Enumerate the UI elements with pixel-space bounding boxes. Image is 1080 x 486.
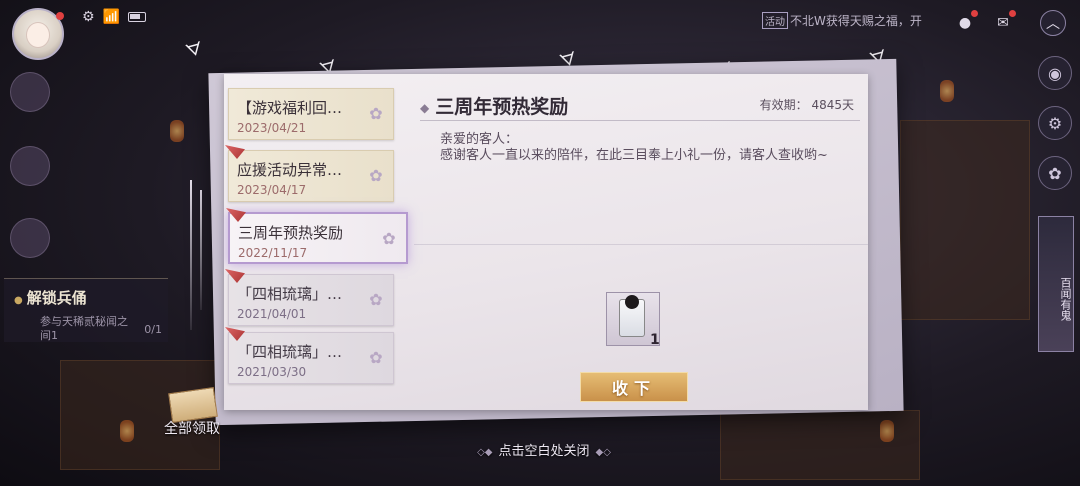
mail-detail-title-text: 三周年预热奖励 — [435, 96, 569, 118]
status-bar: ⚙ 📶 — [82, 9, 146, 25]
event-banner[interactable]: 百闻有鬼 — [1038, 216, 1074, 352]
mail-date: 2023/04/17 — [237, 183, 307, 197]
mail-list-item[interactable]: 「四相琉璃」… 2021/04/01 ✿ — [225, 269, 394, 326]
player-avatar[interactable] — [12, 8, 64, 60]
divider — [420, 120, 860, 121]
mail-body: 亲爱的客人： 感谢客人一直以来的陪伴，在此三目奉上小礼一份，请客人查收哟~ — [440, 132, 850, 164]
lantern-icon — [940, 80, 954, 102]
lantern-icon — [880, 420, 894, 442]
collect-all-label: 全部领取 — [164, 421, 220, 437]
quest-progress: 0/1 — [144, 323, 162, 336]
notification-dot — [971, 10, 978, 17]
collect-all-button[interactable]: 全部领取 — [160, 386, 232, 442]
mail-list-item[interactable]: 「四相琉璃」… 2021/03/30 ✿ — [225, 327, 394, 384]
ticker-text: 不北W获得天赐之福，开 — [790, 14, 922, 28]
chat-icon: ● — [958, 15, 972, 31]
quest-tracker[interactable]: 解锁兵俑 参与天稀贰秘闻之间1 0/1 — [4, 278, 168, 342]
gear-icon: ⚙ — [1047, 113, 1063, 133]
tassel-decoration — [200, 190, 202, 310]
bird-decoration-icon: ᗊ — [183, 38, 206, 63]
flower-button[interactable]: ✿ — [1038, 156, 1072, 190]
mail-title: 三周年预热奖励 — [238, 224, 344, 242]
mail-list-item[interactable]: 【游戏福利回… 2023/04/21 ✿ — [228, 88, 394, 140]
validity-period: 有效期： 4845天 — [759, 98, 854, 112]
mail-message: 感谢客人一直以来的陪伴，在此三目奉上小礼一份，请客人查收哟~ — [440, 148, 828, 163]
avatar-face — [26, 22, 50, 48]
diamond-icon: ◆ — [420, 100, 430, 115]
reward-count: 1 — [650, 332, 660, 348]
flower-seal-icon: ✿ — [369, 348, 383, 367]
mail-date: 2021/04/01 — [237, 307, 307, 321]
sidebar-event-icon[interactable] — [10, 72, 50, 112]
mail-button[interactable]: ✉ — [990, 10, 1016, 36]
mail-icon: ✉ — [997, 15, 1009, 31]
mail-title: 「四相琉璃」… — [237, 285, 343, 303]
mail-date: 2022/11/17 — [238, 246, 308, 260]
close-hint[interactable]: ◇◆ 点击空白处关闭 ◆◇ — [454, 440, 634, 459]
diamond-icon: ◆◇ — [595, 447, 611, 458]
collapse-button[interactable]: ︿ — [1040, 10, 1066, 36]
mail-title: 【游戏福利回… — [237, 99, 343, 117]
notification-dot — [1009, 10, 1016, 17]
sidebar-event-icon[interactable] — [10, 146, 50, 186]
mail-list-item[interactable]: 应援活动异常… 2023/04/17 ✿ — [225, 145, 394, 202]
mail-detail-title: ◆ 三周年预热奖励 — [420, 92, 568, 119]
settings-button[interactable]: ⚙ — [1038, 106, 1072, 140]
battery-icon — [128, 12, 146, 22]
ticker-tag: 活动 — [762, 12, 788, 29]
flower-seal-icon: ✿ — [369, 166, 383, 185]
background-building — [900, 120, 1030, 320]
gear-icon[interactable]: ⚙ — [82, 9, 95, 25]
mail-title: 应援活动异常… — [237, 161, 343, 179]
flower-seal-icon: ✿ — [369, 290, 383, 309]
flower-seal-icon: ✿ — [382, 229, 396, 248]
quest-description: 参与天稀贰秘闻之间1 — [40, 315, 128, 342]
mail-title: 「四相琉璃」… — [237, 343, 343, 361]
mail-date: 2021/03/30 — [237, 365, 307, 379]
flower-icon: ✿ — [1048, 163, 1062, 183]
announcement-ticker[interactable]: 活动 不北W获得天赐之福，开 — [762, 12, 946, 30]
camera-icon: ◉ — [1048, 63, 1062, 83]
diamond-icon: ◇◆ — [477, 447, 493, 458]
close-hint-text: 点击空白处关闭 — [498, 444, 590, 459]
bomb-charm-icon — [625, 295, 639, 309]
mail-list-item-selected[interactable]: 三周年预热奖励 2022/11/17 ✿ — [226, 208, 408, 264]
right-toolbar: ◉ ⚙ ✿ — [1038, 56, 1074, 206]
wifi-icon: 📶 — [102, 9, 120, 25]
lantern-icon — [120, 420, 134, 442]
quest-title: 解锁兵俑 — [14, 287, 87, 308]
mail-date: 2023/04/21 — [237, 121, 307, 135]
camera-button[interactable]: ◉ — [1038, 56, 1072, 90]
friends-button[interactable]: ● — [952, 10, 978, 36]
tassel-decoration — [190, 180, 192, 330]
sidebar-event-icon[interactable] — [10, 218, 50, 258]
flower-seal-icon: ✿ — [369, 104, 383, 123]
chevron-up-icon: ︿ — [1046, 16, 1060, 32]
lantern-icon — [170, 120, 184, 142]
collect-button[interactable]: 收下 — [580, 372, 688, 402]
mail-greeting: 亲爱的客人： — [440, 132, 519, 147]
notification-dot — [56, 12, 64, 20]
